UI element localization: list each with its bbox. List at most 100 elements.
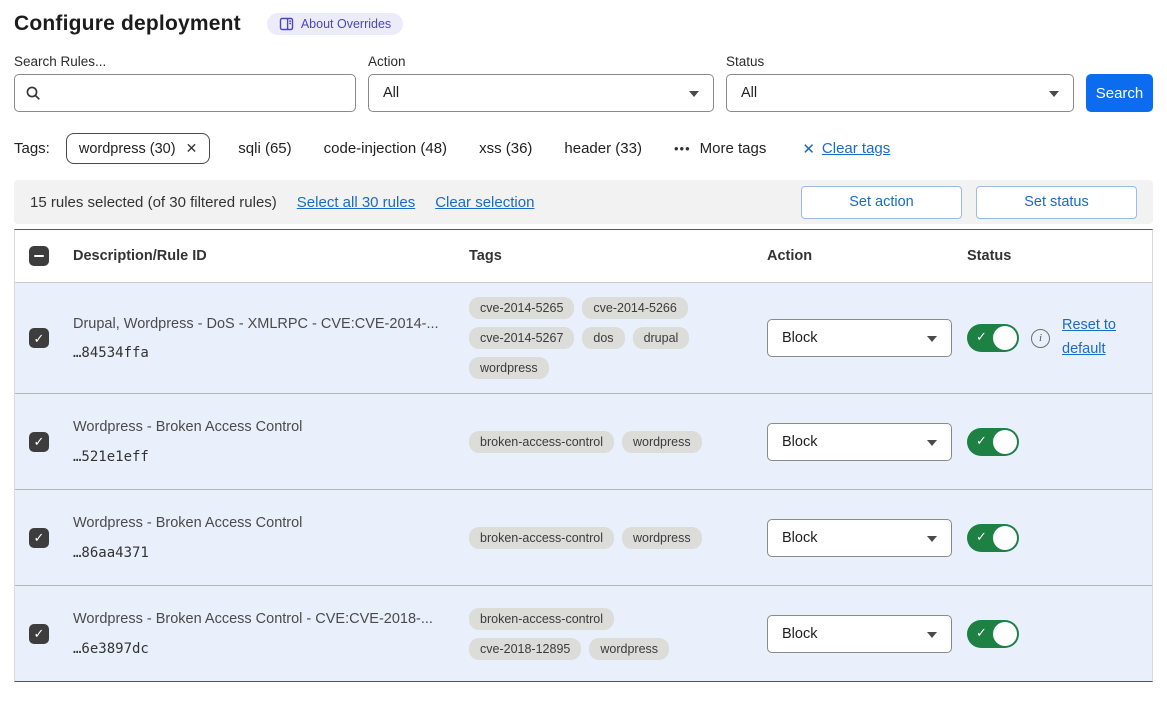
status-filter-label: Status	[726, 54, 1074, 69]
filter-bar: Search Rules... Action All Status All	[14, 54, 1153, 112]
action-filter-value: All	[383, 85, 399, 101]
row-checkbox[interactable]: ✓	[29, 624, 49, 644]
rule-description: Wordpress - Broken Access Control	[73, 418, 445, 438]
tag-pill: broken-access-control	[469, 431, 614, 453]
select-all-checkbox[interactable]	[29, 246, 49, 266]
rule-action-value: Block	[782, 330, 817, 346]
ellipsis-icon: •••	[674, 141, 691, 156]
table-header-row: Description/Rule ID Tags Action Status	[15, 230, 1152, 283]
tag-filter-list: sqli (65) code-injection (48) xss (36) head…	[238, 140, 674, 157]
info-icon[interactable]: i	[1031, 329, 1050, 348]
rule-action-value: Block	[782, 530, 817, 546]
rule-action-select[interactable]: Block	[767, 615, 952, 653]
tag-pill: broken-access-control	[469, 527, 614, 549]
tag-pill: cve-2014-5265	[469, 297, 574, 319]
rule-id: …521e1eff	[73, 449, 445, 465]
table-body: ✓ Drupal, Wordpress - DoS - XMLRPC - CVE…	[15, 283, 1152, 681]
table-row: ✓ Wordpress - Broken Access Control …86a…	[15, 489, 1152, 585]
search-rules-input[interactable]	[50, 85, 345, 101]
set-action-button[interactable]: Set action	[801, 186, 962, 219]
more-tags-button[interactable]: ••• More tags	[674, 140, 766, 157]
checkmark-icon: ✓	[976, 433, 987, 449]
chevron-down-icon	[1049, 91, 1059, 97]
rule-tags: cve-2014-5265 cve-2014-5266 cve-2014-5267 d…	[469, 297, 767, 379]
about-overrides-label: About Overrides	[301, 17, 391, 31]
status-toggle[interactable]: ✓	[967, 620, 1019, 648]
checkmark-icon: ✓	[976, 529, 987, 545]
table-row: ✓ Drupal, Wordpress - DoS - XMLRPC - CVE…	[15, 283, 1152, 393]
tag-filter-option[interactable]: code-injection (48)	[324, 140, 447, 157]
action-filter-select[interactable]: All	[368, 74, 714, 112]
rule-tags: broken-access-control wordpress	[469, 527, 767, 549]
status-toggle[interactable]: ✓	[967, 324, 1019, 352]
checkmark-icon: ✓	[976, 329, 987, 345]
rule-action-value: Block	[782, 626, 817, 642]
chevron-down-icon	[927, 632, 937, 638]
rule-action-select[interactable]: Block	[767, 319, 952, 357]
reset-to-default-link[interactable]: Reset to default	[1062, 314, 1142, 362]
indeterminate-checkbox-icon	[34, 255, 44, 258]
toggle-knob	[993, 326, 1017, 350]
rule-action-select[interactable]: Block	[767, 423, 952, 461]
row-checkbox[interactable]: ✓	[29, 328, 49, 348]
about-overrides-badge[interactable]: About Overrides	[267, 13, 403, 35]
close-icon: ✕	[802, 140, 815, 158]
tag-pill: wordpress	[622, 431, 702, 453]
selection-summary: 15 rules selected (of 30 filtered rules)	[30, 194, 277, 211]
tag-pill: cve-2014-5266	[582, 297, 687, 319]
chevron-down-icon	[927, 536, 937, 542]
rule-action-select[interactable]: Block	[767, 519, 952, 557]
checkmark-icon: ✓	[34, 627, 45, 640]
clear-tags-link[interactable]: ✕ Clear tags	[802, 140, 890, 158]
table-row: ✓ Wordpress - Broken Access Control …521…	[15, 393, 1152, 489]
configure-deployment-page: Configure deployment About Overrides Sea…	[0, 0, 1167, 718]
page-header: Configure deployment About Overrides	[14, 12, 1153, 36]
checkmark-icon: ✓	[34, 435, 45, 448]
tags-label: Tags:	[14, 140, 50, 157]
tag-filter-option[interactable]: xss (36)	[479, 140, 532, 157]
rule-id: …84534ffa	[73, 345, 445, 361]
row-checkbox[interactable]: ✓	[29, 528, 49, 548]
more-tags-label: More tags	[700, 140, 767, 157]
tag-pill: dos	[582, 327, 624, 349]
tag-pill: broken-access-control	[469, 608, 614, 630]
rule-tags: broken-access-control wordpress	[469, 431, 767, 453]
tag-pill: cve-2018-12895	[469, 638, 581, 660]
tag-pill: wordpress	[622, 527, 702, 549]
selected-tag-label: wordpress (30)	[79, 141, 176, 157]
book-icon	[279, 17, 294, 31]
search-icon	[25, 85, 42, 102]
checkmark-icon: ✓	[34, 332, 45, 345]
selected-tag-chip[interactable]: wordpress (30) ✕	[66, 133, 210, 164]
status-toggle[interactable]: ✓	[967, 524, 1019, 552]
tag-pill: wordpress	[469, 357, 549, 379]
toggle-knob	[993, 430, 1017, 454]
tag-pill: cve-2014-5267	[469, 327, 574, 349]
column-header-tags: Tags	[469, 248, 767, 264]
remove-tag-icon[interactable]: ✕	[186, 140, 198, 157]
tag-pill: wordpress	[589, 638, 669, 660]
row-checkbox[interactable]: ✓	[29, 432, 49, 452]
tag-pill: drupal	[633, 327, 690, 349]
select-all-rules-link[interactable]: Select all 30 rules	[297, 194, 415, 211]
clear-selection-link[interactable]: Clear selection	[435, 194, 534, 211]
chevron-down-icon	[689, 91, 699, 97]
status-toggle[interactable]: ✓	[967, 428, 1019, 456]
status-filter-value: All	[741, 85, 757, 101]
set-status-button[interactable]: Set status	[976, 186, 1137, 219]
tag-filter-option[interactable]: header (33)	[564, 140, 642, 157]
rule-action-value: Block	[782, 434, 817, 450]
search-button[interactable]: Search	[1086, 74, 1153, 112]
rule-description: Wordpress - Broken Access Control	[73, 514, 445, 534]
search-rules-label: Search Rules...	[14, 54, 356, 69]
rule-description: Drupal, Wordpress - DoS - XMLRPC - CVE:C…	[73, 315, 445, 335]
checkmark-icon: ✓	[976, 625, 987, 641]
clear-tags-label: Clear tags	[822, 140, 890, 157]
rule-id: …86aa4371	[73, 545, 445, 561]
search-rules-box[interactable]	[14, 74, 356, 112]
chevron-down-icon	[927, 440, 937, 446]
checkmark-icon: ✓	[34, 531, 45, 544]
status-filter-select[interactable]: All	[726, 74, 1074, 112]
tag-filter-option[interactable]: sqli (65)	[238, 140, 291, 157]
page-title: Configure deployment	[14, 12, 241, 36]
